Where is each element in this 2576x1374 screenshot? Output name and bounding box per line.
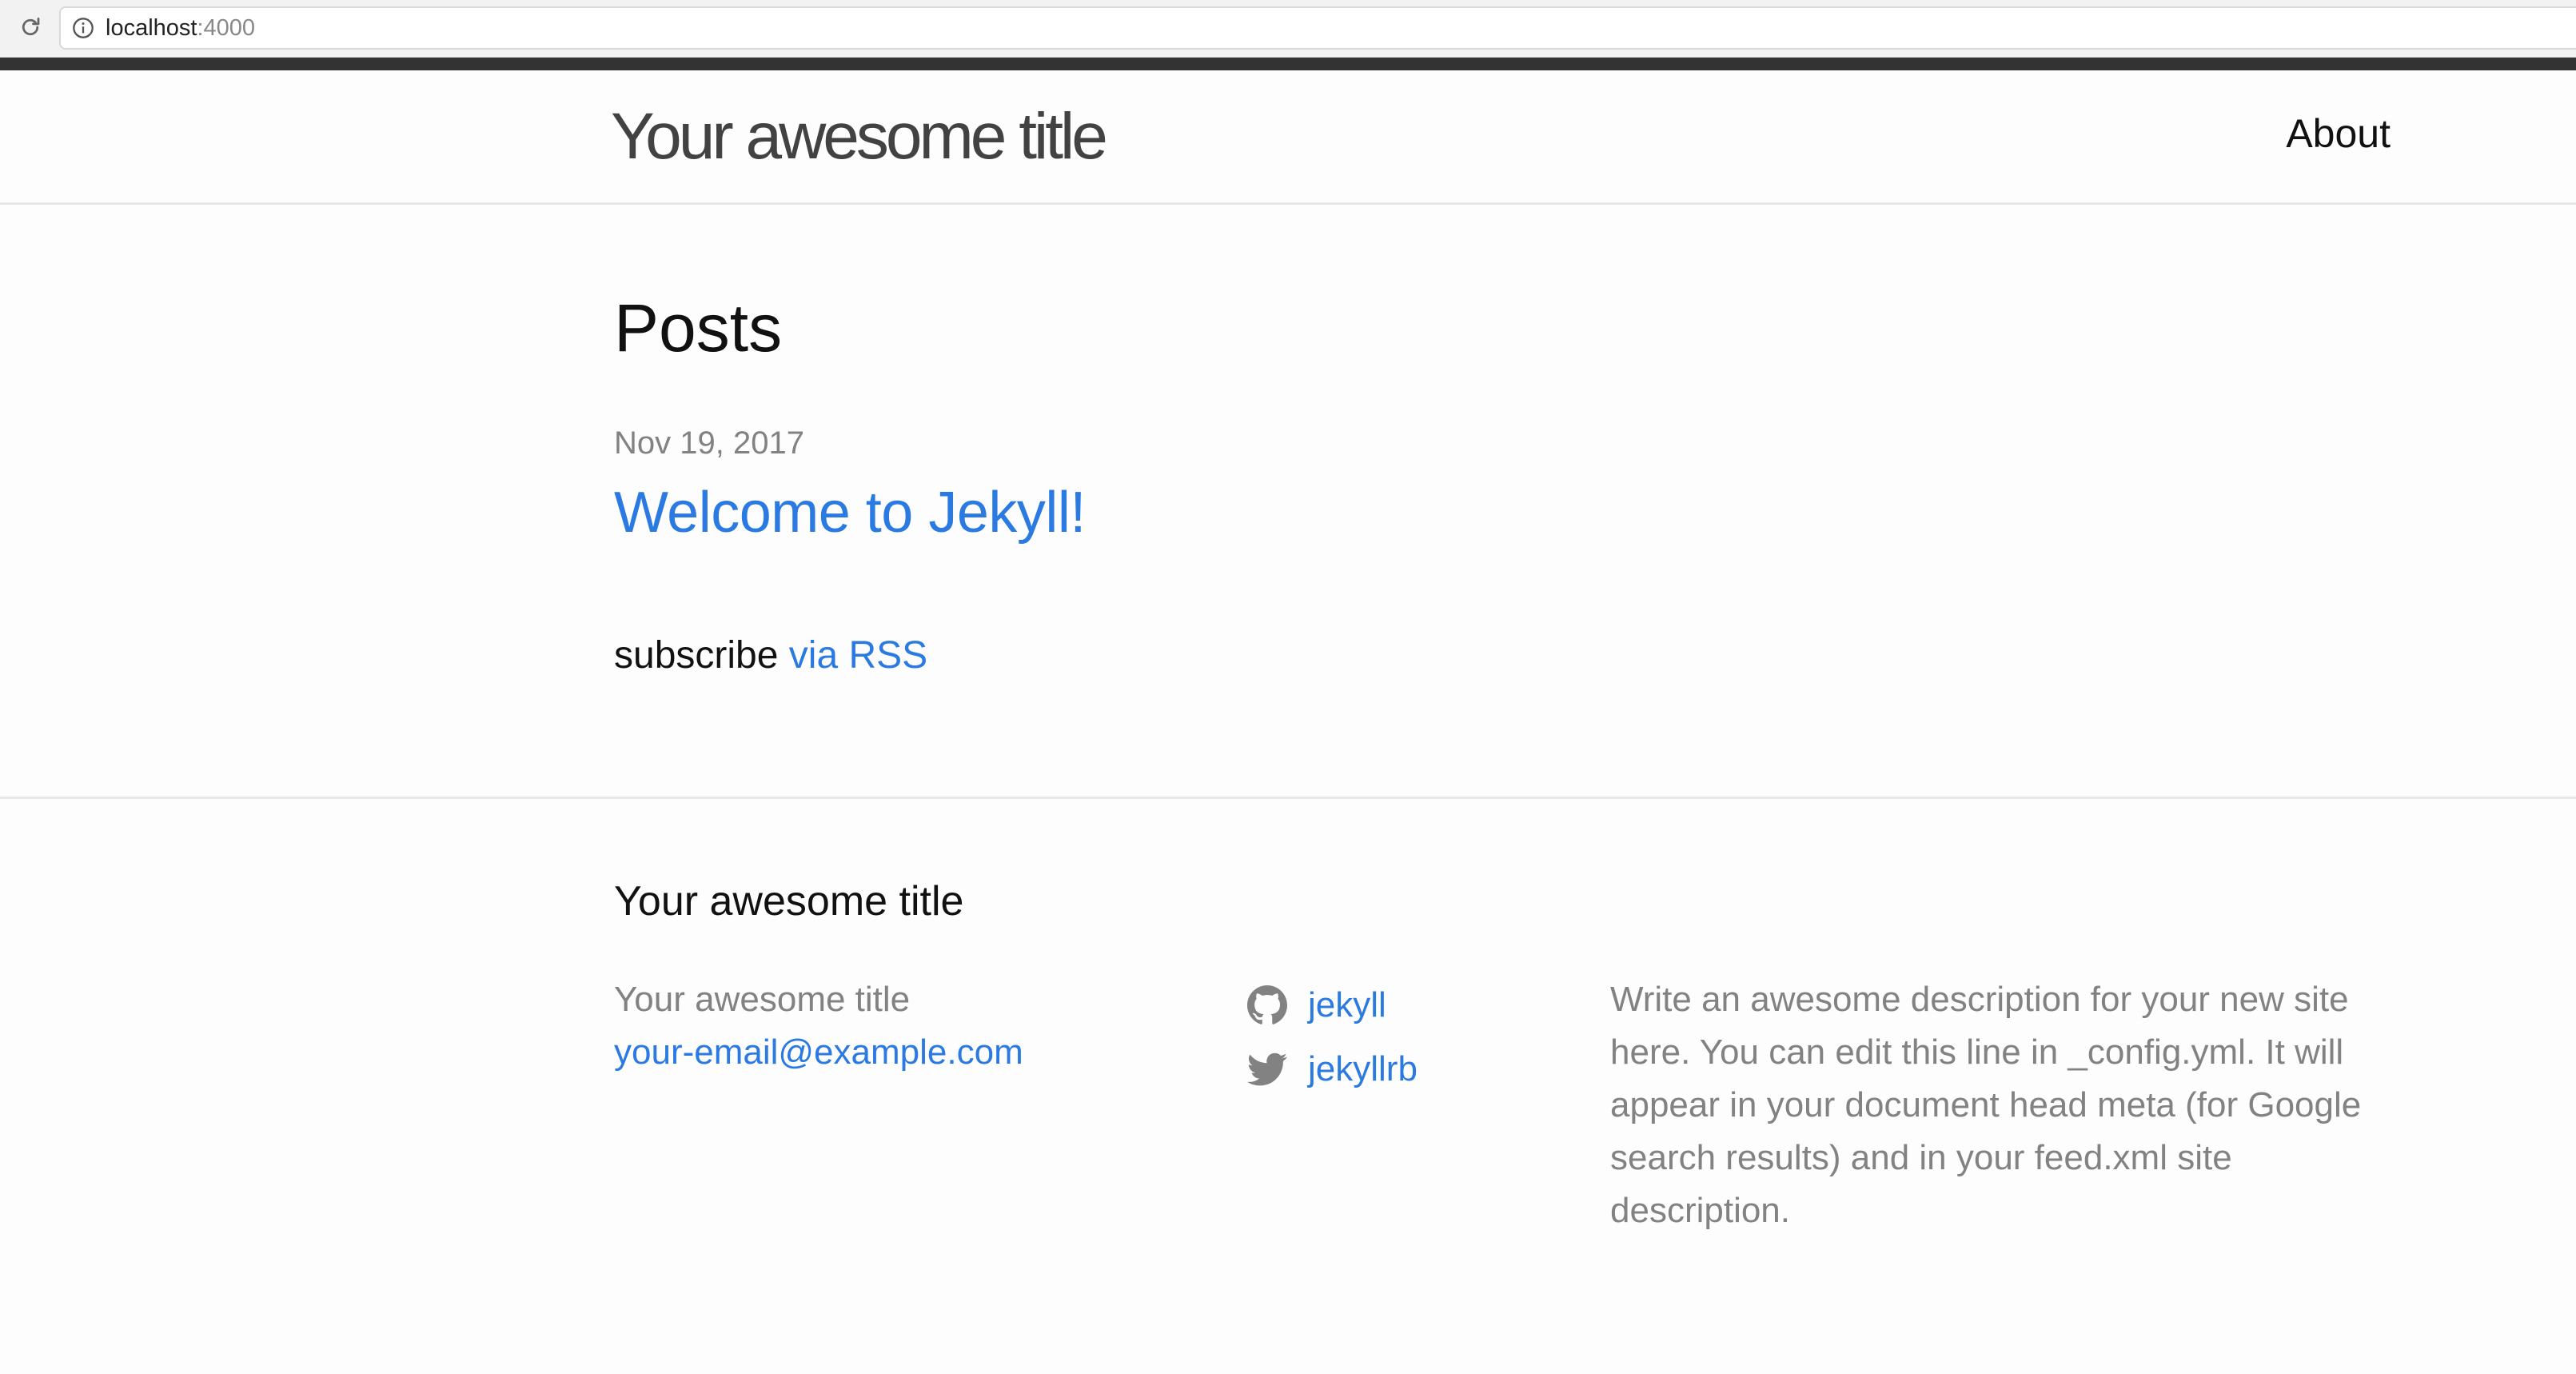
site-header: Your awesome title About xyxy=(0,70,2576,205)
rss-subscribe: subscribe via RSS xyxy=(614,633,927,677)
reload-icon xyxy=(18,15,42,39)
reload-button[interactable] xyxy=(14,11,46,43)
post-date: Nov 19, 2017 xyxy=(614,425,804,461)
social-item-github: jekyll xyxy=(1247,973,1418,1037)
header-top-stripe xyxy=(0,58,2576,70)
url-text: localhost:4000 xyxy=(106,15,255,42)
site-description: Write an awesome description for your ne… xyxy=(1610,980,2362,1230)
twitter-link[interactable]: jekyllrb xyxy=(1308,1043,1418,1096)
footer-social: jekyll jekyllrb xyxy=(1247,973,1418,1101)
github-icon xyxy=(1247,985,1287,1025)
url-port: :4000 xyxy=(197,14,256,41)
github-link[interactable]: jekyll xyxy=(1308,979,1386,1032)
browser-toolbar: localhost:4000 xyxy=(0,0,2576,58)
info-icon[interactable] xyxy=(72,17,94,39)
post-title-link[interactable]: Welcome to Jekyll! xyxy=(614,480,1086,545)
url-host: localhost xyxy=(106,14,197,41)
footer-contact: Your awesome title your-email@example.co… xyxy=(614,973,1023,1079)
footer-heading: Your awesome title xyxy=(614,878,964,925)
footer-email-link[interactable]: your-email@example.com xyxy=(614,1032,1023,1072)
page-heading: Posts xyxy=(614,290,783,365)
rss-link[interactable]: via RSS xyxy=(789,634,927,677)
footer-site-name: Your awesome title xyxy=(614,980,911,1019)
site-footer: Your awesome title Your awesome title yo… xyxy=(0,797,2576,1374)
site-title-link[interactable]: Your awesome title xyxy=(611,99,1108,174)
subscribe-label: subscribe xyxy=(614,634,779,677)
social-item-twitter: jekyllrb xyxy=(1247,1037,1418,1101)
nav-link-about[interactable]: About xyxy=(2286,110,2391,157)
address-bar[interactable]: localhost:4000 xyxy=(59,6,2576,50)
twitter-icon xyxy=(1247,1049,1287,1089)
